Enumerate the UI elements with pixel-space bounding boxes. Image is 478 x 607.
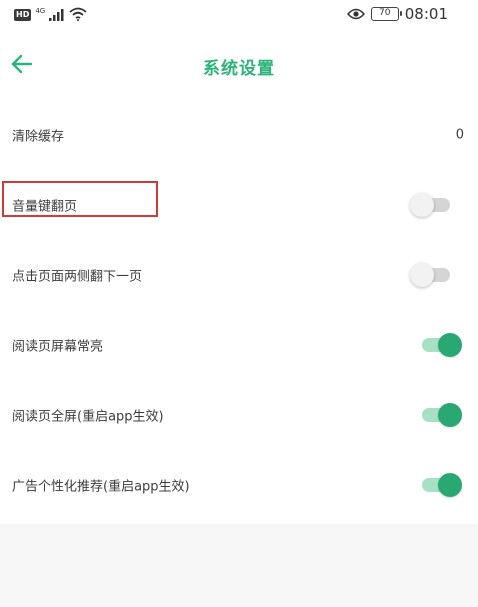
page-title: 系统设置 — [203, 59, 275, 79]
cache-size-value: 0 — [455, 127, 464, 143]
setting-label: 阅读页全屏(重启app生效) — [12, 409, 164, 425]
setting-keep-screen-on: 阅读页屏幕常亮 — [0, 310, 478, 380]
setting-fullscreen-reading: 阅读页全屏(重启app生效) — [0, 380, 478, 450]
toggle-knob — [410, 193, 434, 217]
status-time: 08:01 — [404, 5, 448, 23]
setting-label: 清除缓存 — [12, 129, 65, 145]
volume-key-page-turn-toggle[interactable] — [410, 193, 450, 217]
toggle-knob — [438, 403, 462, 427]
status-right: 70 08:01 — [346, 4, 448, 24]
setting-label: 阅读页屏幕常亮 — [12, 339, 104, 355]
fullscreen-reading-toggle[interactable] — [422, 403, 462, 427]
network-type-label: 4G — [35, 7, 46, 15]
personalized-ads-toggle[interactable] — [422, 473, 462, 497]
eye-icon — [346, 5, 365, 24]
setting-clear-cache[interactable]: 清除缓存 0 — [0, 100, 478, 170]
setting-label: 点击页面两侧翻下一页 — [12, 269, 143, 285]
toggle-knob — [438, 473, 462, 497]
status-left: HD 4G — [14, 6, 87, 24]
setting-tap-sides-next-page: 点击页面两侧翻下一页 — [0, 240, 478, 310]
setting-volume-key-page-turn: 音量键翻页 — [0, 170, 478, 240]
setting-label: 广告个性化推荐(重启app生效) — [12, 479, 190, 495]
setting-label: 音量键翻页 — [12, 199, 78, 215]
wifi-icon — [69, 6, 87, 25]
signal-icon — [49, 6, 65, 25]
app-header: 系统设置 — [0, 30, 478, 100]
tap-sides-next-page-toggle[interactable] — [410, 263, 450, 287]
battery-icon: 70 — [370, 7, 402, 21]
setting-personalized-ads: 广告个性化推荐(重启app生效) — [0, 450, 478, 520]
settings-list: 清除缓存 0 音量键翻页 点击页面两侧翻下一页 阅读页屏幕常亮 阅读页全屏(重启… — [0, 100, 478, 524]
hd-badge: HD — [14, 9, 32, 21]
keep-screen-on-toggle[interactable] — [422, 333, 462, 357]
status-bar: HD 4G 70 08:01 — [0, 0, 478, 30]
toggle-knob — [438, 333, 462, 357]
toggle-knob — [410, 263, 434, 287]
